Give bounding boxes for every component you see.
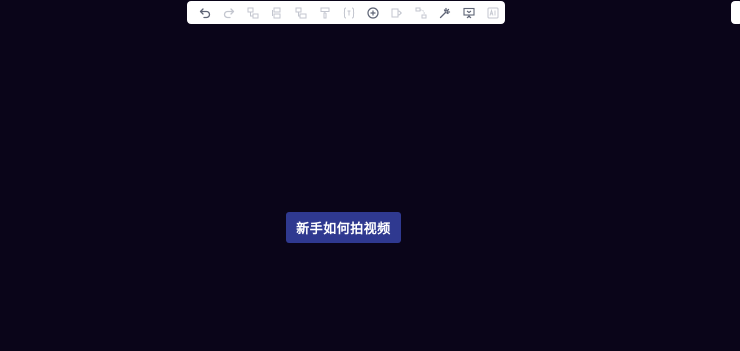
redo-icon bbox=[223, 7, 235, 18]
presentation-button[interactable] bbox=[457, 1, 481, 24]
undo-icon bbox=[199, 7, 211, 18]
undo-button[interactable] bbox=[193, 1, 217, 24]
presentation-icon bbox=[463, 7, 475, 18]
insert-parent-node-button[interactable] bbox=[289, 1, 313, 24]
add-icon bbox=[367, 6, 379, 19]
insert-parent-node-icon bbox=[295, 7, 307, 18]
root-topic[interactable]: 新手如何拍视频 bbox=[286, 212, 401, 243]
magic-wand-icon bbox=[439, 7, 451, 18]
insert-child-node-icon bbox=[247, 7, 259, 18]
formula-button[interactable] bbox=[337, 1, 361, 24]
format-painter-button[interactable] bbox=[313, 1, 337, 24]
mindmap-canvas[interactable]: 新手如何拍视频 bbox=[0, 0, 740, 351]
relation-line-icon bbox=[415, 7, 427, 18]
summary-button[interactable] bbox=[385, 1, 409, 24]
editor-toolbar bbox=[187, 1, 505, 24]
redo-button[interactable] bbox=[217, 1, 241, 24]
insert-sibling-node-button[interactable] bbox=[265, 1, 289, 24]
relation-line-button[interactable] bbox=[409, 1, 433, 24]
ai-button[interactable] bbox=[481, 1, 505, 24]
ai-icon bbox=[487, 7, 499, 18]
insert-sibling-node-icon bbox=[272, 7, 281, 18]
add-button[interactable] bbox=[361, 1, 385, 24]
summary-icon bbox=[391, 8, 402, 17]
formula-icon bbox=[343, 7, 355, 18]
root-topic-label: 新手如何拍视频 bbox=[296, 222, 391, 237]
insert-child-node-button[interactable] bbox=[241, 1, 265, 24]
magic-wand-button[interactable] bbox=[433, 1, 457, 24]
side-panel-edge[interactable] bbox=[731, 1, 740, 24]
format-painter-icon bbox=[320, 7, 330, 18]
